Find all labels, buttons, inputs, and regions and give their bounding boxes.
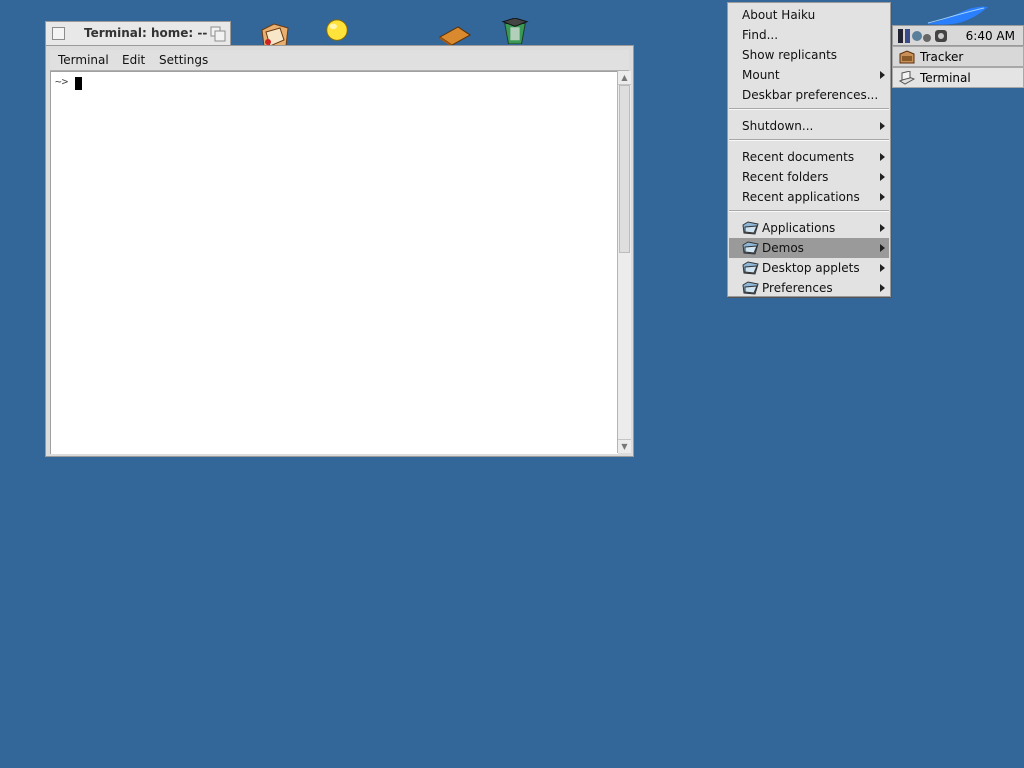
tracker-icon [899,50,915,64]
menu-item-recent-documents[interactable]: Recent documents [729,147,889,167]
folder-icon [742,221,759,235]
submenu-arrow-icon [880,193,885,201]
menu-item-desktop-applets[interactable]: Desktop applets [729,258,889,278]
submenu-arrow-icon [880,173,885,181]
trash-icon[interactable] [498,18,532,44]
menu-item-label: Recent folders [742,170,829,184]
submenu-arrow-icon [880,244,885,252]
window-title: Terminal: home: -- [84,26,208,40]
deskbar-tray: 6:40 AM [892,25,1024,46]
deskbar-menu: About Haiku Find... Show replicants Moun… [727,2,891,297]
menu-item-preferences[interactable]: Preferences [729,278,889,298]
menu-item-label: Deskbar preferences... [742,88,879,102]
tray-icons[interactable] [897,28,949,44]
submenu-arrow-icon [880,264,885,272]
terminal-icon [899,71,915,85]
menu-item-mount[interactable]: Mount [729,65,889,85]
clock[interactable]: 6:40 AM [966,29,1015,43]
menu-separator [729,139,889,141]
menu-separator [729,210,889,212]
menu-item-recent-folders[interactable]: Recent folders [729,167,889,187]
folder-icon [742,261,759,275]
menu-item-find[interactable]: Find... [729,25,889,45]
deskbar-app-tracker[interactable]: Tracker [892,46,1024,67]
menu-item-label: Recent applications [742,190,860,204]
zoom-button-icon[interactable] [210,26,226,42]
text-cursor [75,77,82,90]
vertical-scrollbar[interactable]: ▲ ▼ [617,71,631,453]
submenu-arrow-icon [880,71,885,79]
menu-item-label: Find... [742,28,779,42]
menu-item-about-haiku[interactable]: About Haiku [729,5,889,25]
deskbar-app-label: Terminal [920,71,971,85]
terminal-text-area[interactable]: ~> [50,71,618,454]
shell-prompt: ~> [55,75,69,88]
menu-separator [729,108,889,110]
menu-item-label: Recent documents [742,150,855,164]
menu-item-label: Demos [762,241,804,255]
scroll-thumb[interactable] [619,85,630,253]
submenu-arrow-icon [880,153,885,161]
menu-item-label: Preferences [762,281,833,295]
menu-item-shutdown[interactable]: Shutdown... [729,116,889,136]
deskbar-app-terminal[interactable]: Terminal [892,67,1024,88]
menu-item-deskbar-preferences[interactable]: Deskbar preferences... [729,85,889,105]
folder-icon [742,241,759,255]
menu-item-label: Mount [742,68,780,82]
deskbar-app-label: Tracker [920,50,964,64]
menu-item-recent-applications[interactable]: Recent applications [729,187,889,207]
menu-item-show-replicants[interactable]: Show replicants [729,45,889,65]
menu-edit[interactable]: Edit [122,53,145,67]
scroll-up-arrow-icon[interactable]: ▲ [618,71,631,85]
close-button[interactable] [52,27,65,40]
menu-item-applications[interactable]: Applications [729,218,889,238]
haiku-leaf-icon [926,6,988,25]
menu-item-label: Shutdown... [742,119,814,133]
home-folder-icon[interactable] [258,20,292,46]
menu-item-label: Desktop applets [762,261,860,275]
menu-terminal[interactable]: Terminal [58,53,109,67]
deskbar-logo[interactable] [892,2,1024,26]
folder-icon [742,281,759,295]
submenu-arrow-icon [880,224,885,232]
submenu-arrow-icon [880,284,885,292]
terminal-window: Terminal Edit Settings ~> ▲ ▼ [45,45,634,457]
terminal-menubar: Terminal Edit Settings [50,50,629,71]
scroll-down-arrow-icon[interactable]: ▼ [618,439,631,453]
terminal-window-tab[interactable]: Terminal: home: -- [45,21,231,45]
menu-item-demos[interactable]: Demos [729,238,889,258]
menu-item-label: Applications [762,221,836,235]
menu-item-label: About Haiku [742,8,816,22]
menu-settings[interactable]: Settings [159,53,208,67]
menu-item-label: Show replicants [742,48,838,62]
lightbulb-icon[interactable] [320,18,354,44]
submenu-arrow-icon [880,122,885,130]
